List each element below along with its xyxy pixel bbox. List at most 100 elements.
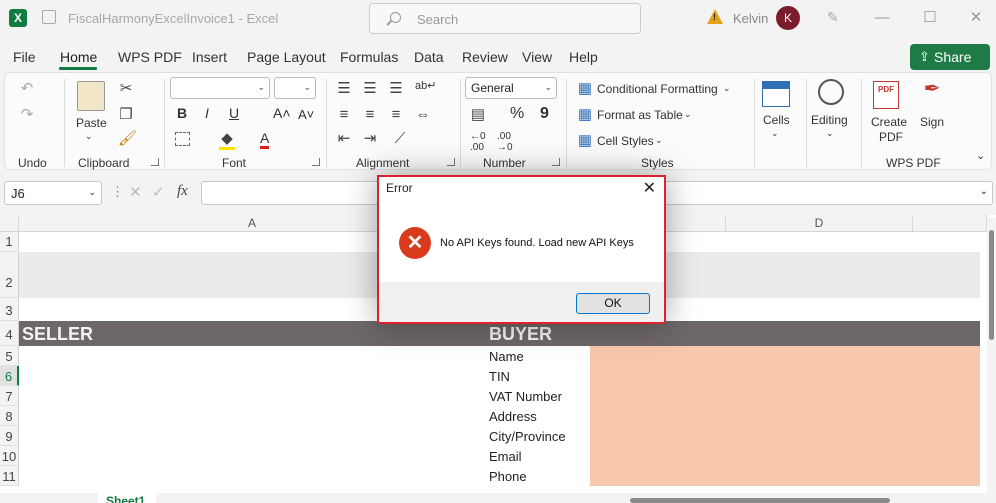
row-header[interactable]: 9 — [0, 426, 19, 446]
format-painter-icon[interactable]: 🖌 — [118, 131, 137, 147]
fill-color-icon[interactable]: ◆ — [219, 131, 235, 150]
tab-wps-pdf[interactable]: WPS PDF — [118, 49, 182, 65]
undo-icon[interactable]: ↶ — [17, 81, 37, 97]
increase-decimal-icon[interactable]: ←0.00 — [470, 131, 486, 153]
row-header[interactable]: 5 — [0, 346, 19, 366]
row-header[interactable]: 7 — [0, 386, 19, 406]
percent-style-icon[interactable]: % — [510, 105, 524, 123]
minimize-button[interactable]: — — [872, 8, 892, 28]
column-header-e[interactable] — [913, 215, 987, 232]
font-size-dropdown[interactable]: ⌄ — [274, 77, 316, 99]
alignment-launcher-icon[interactable] — [447, 158, 455, 166]
shrink-font-icon[interactable]: A˅ — [298, 107, 314, 122]
cancel-icon[interactable]: ✕ — [129, 183, 142, 201]
search-box[interactable]: Search — [369, 3, 641, 34]
paste-icon[interactable] — [77, 81, 105, 111]
enter-icon[interactable]: ✓ — [152, 183, 165, 201]
clipboard-launcher-icon[interactable] — [151, 158, 159, 166]
editing-button[interactable]: Editing — [811, 113, 848, 127]
italic-button[interactable]: I — [205, 105, 209, 121]
cells-button[interactable]: Cells — [763, 113, 790, 127]
row-header[interactable]: 8 — [0, 406, 19, 426]
cell-styles-button[interactable]: Cell Styles — [597, 134, 654, 148]
paste-button[interactable]: Paste — [76, 116, 107, 130]
font-color-icon[interactable]: A — [260, 130, 270, 149]
align-left-icon[interactable]: ≡ — [336, 107, 352, 123]
sign-button[interactable]: Sign — [920, 115, 944, 129]
dialog-close-button[interactable]: ✕ — [643, 178, 656, 198]
row-header[interactable]: 11 — [0, 466, 19, 486]
underline-button[interactable]: U — [229, 105, 239, 121]
decrease-indent-icon[interactable]: ⇤ — [336, 131, 352, 147]
align-middle-icon[interactable]: ☰ — [362, 81, 378, 97]
grow-font-icon[interactable]: A˄ — [273, 105, 291, 121]
row-header-selected[interactable]: 6 — [0, 366, 19, 386]
tab-insert[interactable]: Insert — [192, 49, 227, 65]
orientation-icon[interactable]: ⟋ — [392, 131, 408, 147]
tab-view[interactable]: View — [522, 49, 552, 65]
share-button[interactable]: ⇪ Share — [910, 44, 990, 70]
expand-formula-icon[interactable]: ⌄ — [980, 186, 988, 197]
tab-formulas[interactable]: Formulas — [340, 49, 398, 65]
name-box[interactable]: J6 ⌄ — [4, 181, 102, 205]
format-as-table-button[interactable]: Format as Table — [597, 108, 683, 122]
conditional-formatting-dropdown-icon[interactable]: ⌄ — [723, 83, 731, 94]
align-right-icon[interactable]: ≡ — [388, 107, 404, 123]
user-name[interactable]: Kelvin — [733, 11, 768, 26]
column-header-d[interactable]: D — [726, 215, 913, 232]
row-header[interactable]: 10 — [0, 446, 19, 466]
tab-home[interactable]: Home — [60, 49, 97, 65]
tab-data[interactable]: Data — [414, 49, 444, 65]
ribbon-collapse-icon[interactable]: ⌄ — [976, 149, 985, 162]
row-header[interactable]: 4 — [0, 321, 19, 346]
paste-dropdown-icon[interactable]: ⌄ — [85, 131, 93, 142]
cut-icon[interactable]: ✂ — [118, 81, 134, 97]
close-window-button[interactable]: ✕ — [966, 8, 986, 28]
font-launcher-icon[interactable] — [312, 158, 320, 166]
conditional-formatting-button[interactable]: Conditional Formatting — [597, 82, 718, 96]
scrollbar-thumb[interactable] — [989, 230, 994, 340]
format-as-table-dropdown-icon[interactable]: ⌄ — [684, 109, 692, 120]
warning-icon[interactable]: ! — [707, 9, 723, 24]
sheet-tab-sheet1[interactable]: Sheet1 — [98, 493, 156, 503]
font-name-dropdown[interactable]: ⌄ — [170, 77, 270, 99]
select-all-corner[interactable] — [0, 215, 19, 232]
ok-button[interactable]: OK — [576, 293, 650, 314]
editing-dropdown-icon[interactable]: ⌄ — [826, 128, 834, 139]
cells-dropdown-icon[interactable]: ⌄ — [771, 128, 779, 139]
column-header-c[interactable] — [656, 215, 726, 232]
pen-icon[interactable]: ✎ — [827, 9, 843, 25]
copy-icon[interactable]: ❐ — [118, 107, 134, 123]
create-pdf-button-line1[interactable]: Create — [871, 115, 907, 129]
more-options-icon[interactable]: ⋮ — [111, 184, 124, 200]
decrease-decimal-icon[interactable]: .00 →0 — [497, 131, 513, 153]
align-center-icon[interactable]: ≡ — [362, 107, 378, 123]
tab-help[interactable]: Help — [569, 49, 598, 65]
redo-icon[interactable]: ↷ — [17, 107, 37, 123]
accounting-format-icon[interactable]: ▤ — [469, 107, 487, 123]
maximize-button[interactable]: ☐ — [920, 8, 940, 28]
row-header[interactable]: 2 — [0, 252, 19, 298]
number-launcher-icon[interactable] — [552, 158, 560, 166]
bold-button[interactable]: B — [177, 105, 187, 121]
create-pdf-button-line2[interactable]: PDF — [879, 130, 903, 144]
vertical-scrollbar[interactable] — [987, 218, 996, 493]
cell-styles-dropdown-icon[interactable]: ⌄ — [655, 135, 663, 146]
avatar[interactable]: K — [776, 6, 800, 30]
align-bottom-icon[interactable]: ☰ — [388, 81, 404, 97]
tab-file[interactable]: File — [13, 49, 36, 65]
tab-page-layout[interactable]: Page Layout — [247, 49, 326, 65]
borders-icon[interactable] — [175, 132, 190, 146]
comma-style-icon[interactable]: 9 — [540, 105, 549, 123]
align-top-icon[interactable]: ☰ — [336, 81, 352, 97]
row-header[interactable]: 3 — [0, 298, 19, 321]
row-header[interactable]: 1 — [0, 232, 19, 252]
number-format-dropdown[interactable]: General ⌄ — [465, 77, 557, 99]
merge-center-icon[interactable]: ⇔ — [414, 107, 432, 123]
horizontal-scrollbar-thumb[interactable] — [630, 498, 890, 503]
tab-review[interactable]: Review — [462, 49, 508, 65]
wrap-text-icon[interactable]: ab↵ — [415, 79, 436, 92]
save-icon[interactable] — [42, 10, 56, 24]
increase-indent-icon[interactable]: ⇥ — [362, 131, 378, 147]
insert-function-button[interactable]: fx — [177, 183, 188, 200]
